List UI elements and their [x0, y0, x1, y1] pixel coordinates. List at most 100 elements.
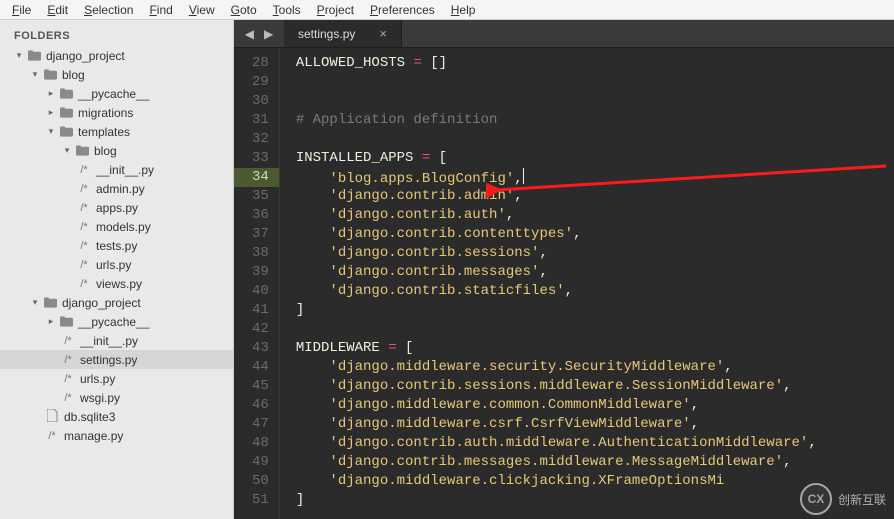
line-number: 29 — [252, 73, 269, 92]
token-str: 'django.contrib.contenttypes' — [329, 226, 573, 242]
token-punc: , — [691, 397, 699, 413]
folder-icon — [26, 50, 42, 61]
tab-settings[interactable]: settings.py × — [284, 20, 402, 47]
line-gutter: 2829303132333435363738394041424344454647… — [234, 48, 280, 519]
menu-selection[interactable]: Selection — [76, 1, 141, 19]
chevron-down-icon[interactable]: ▾ — [46, 126, 56, 137]
tree-file[interactable]: /*views.py — [0, 274, 233, 293]
token-plain — [296, 378, 330, 394]
token-plain — [296, 245, 330, 261]
chevron-right-icon[interactable]: ▸ — [46, 107, 56, 118]
token-punc: , — [506, 207, 514, 223]
tree-file[interactable]: /*models.py — [0, 217, 233, 236]
tree-folder[interactable]: ▸migrations — [0, 103, 233, 122]
code-line[interactable]: ] — [296, 301, 817, 320]
code-line[interactable]: 'django.contrib.admin', — [296, 187, 817, 206]
tree-file[interactable]: /*__init__.py — [0, 160, 233, 179]
chevron-right-icon[interactable]: ▸ — [46, 88, 56, 99]
code-line[interactable]: ALLOWED_HOSTS = [] — [296, 54, 817, 73]
token-plain — [296, 188, 330, 204]
tree-file[interactable]: /*manage.py — [0, 426, 233, 445]
code-editor[interactable]: 2829303132333435363738394041424344454647… — [234, 48, 894, 519]
folder-icon — [58, 126, 74, 137]
menu-tools[interactable]: Tools — [265, 1, 309, 19]
code-line[interactable]: 'django.contrib.contenttypes', — [296, 225, 817, 244]
code-content[interactable]: ALLOWED_HOSTS = [] # Application definiti… — [280, 48, 817, 519]
tree-item-label: __init__.py — [80, 334, 138, 348]
menu-edit[interactable]: Edit — [39, 1, 76, 19]
tree-file[interactable]: /*urls.py — [0, 255, 233, 274]
code-line[interactable]: # Application definition — [296, 111, 817, 130]
menu-project[interactable]: Project — [309, 1, 362, 19]
token-plain — [296, 207, 330, 223]
menu-help[interactable]: Help — [443, 1, 484, 19]
tree-file[interactable]: /*apps.py — [0, 198, 233, 217]
token-punc: ] — [296, 302, 304, 318]
chevron-down-icon[interactable]: ▾ — [14, 50, 24, 61]
code-line[interactable]: 'django.contrib.sessions', — [296, 244, 817, 263]
file-ext-icon: /* — [58, 392, 78, 404]
menu-find[interactable]: Find — [141, 1, 180, 19]
chevron-down-icon[interactable]: ▾ — [30, 297, 40, 308]
tab-nav-arrows[interactable]: ◀ ▶ — [234, 20, 284, 47]
tree-folder[interactable]: ▾blog — [0, 141, 233, 160]
file-ext-icon: /* — [74, 221, 94, 233]
code-line[interactable] — [296, 130, 817, 149]
file-ext-icon: /* — [74, 183, 94, 195]
tab-next-icon[interactable]: ▶ — [264, 27, 273, 41]
tree-item-label: urls.py — [80, 372, 115, 386]
code-line[interactable]: 'django.middleware.common.CommonMiddlewa… — [296, 396, 817, 415]
tree-file[interactable]: db.sqlite3 — [0, 407, 233, 426]
chevron-right-icon[interactable]: ▸ — [46, 316, 56, 327]
tree-file[interactable]: /*__init__.py — [0, 331, 233, 350]
token-plain — [296, 397, 330, 413]
chevron-down-icon[interactable]: ▾ — [30, 69, 40, 80]
token-plain — [296, 226, 330, 242]
code-line[interactable]: 'blog.apps.BlogConfig', — [296, 168, 817, 187]
code-line[interactable]: 'django.middleware.csrf.CsrfViewMiddlewa… — [296, 415, 817, 434]
close-icon[interactable]: × — [379, 26, 387, 41]
code-line[interactable]: 'django.contrib.auth.middleware.Authenti… — [296, 434, 817, 453]
token-str: 'django.contrib.admin' — [329, 188, 514, 204]
code-line[interactable]: 'django.middleware.security.SecurityMidd… — [296, 358, 817, 377]
menu-preferences[interactable]: Preferences — [362, 1, 443, 19]
token-punc: [ — [405, 340, 413, 356]
file-ext-icon: /* — [74, 278, 94, 290]
tree-folder[interactable]: ▸__pycache__ — [0, 84, 233, 103]
code-line[interactable]: 'django.contrib.messages', — [296, 263, 817, 282]
line-number: 46 — [252, 396, 269, 415]
tab-prev-icon[interactable]: ◀ — [245, 27, 254, 41]
code-line[interactable]: INSTALLED_APPS = [ — [296, 149, 817, 168]
tree-item-label: admin.py — [96, 182, 145, 196]
tree-item-label: settings.py — [80, 353, 137, 367]
code-line[interactable]: 'django.contrib.staticfiles', — [296, 282, 817, 301]
code-line[interactable] — [296, 92, 817, 111]
tree-file[interactable]: /*wsgi.py — [0, 388, 233, 407]
tree-file[interactable]: /*settings.py — [0, 350, 233, 369]
token-punc: [] — [430, 55, 447, 71]
line-number: 32 — [252, 130, 269, 149]
tree-file[interactable]: /*tests.py — [0, 236, 233, 255]
tree-file[interactable]: /*urls.py — [0, 369, 233, 388]
code-line[interactable]: MIDDLEWARE = [ — [296, 339, 817, 358]
tree-folder[interactable]: ▾blog — [0, 65, 233, 84]
code-line[interactable] — [296, 73, 817, 92]
token-punc: , — [691, 416, 699, 432]
token-plain — [397, 340, 405, 356]
tree-folder[interactable]: ▾django_project — [0, 46, 233, 65]
menu-view[interactable]: View — [181, 1, 223, 19]
code-line[interactable]: ] — [296, 491, 817, 510]
code-line[interactable] — [296, 320, 817, 339]
code-line[interactable]: 'django.contrib.auth', — [296, 206, 817, 225]
tree-folder[interactable]: ▸__pycache__ — [0, 312, 233, 331]
tree-folder[interactable]: ▾templates — [0, 122, 233, 141]
tree-folder[interactable]: ▾django_project — [0, 293, 233, 312]
menu-file[interactable]: File — [4, 1, 39, 19]
code-line[interactable]: 'django.contrib.sessions.middleware.Sess… — [296, 377, 817, 396]
file-ext-icon: /* — [58, 335, 78, 347]
tree-file[interactable]: /*admin.py — [0, 179, 233, 198]
code-line[interactable]: 'django.middleware.clickjacking.XFrameOp… — [296, 472, 817, 491]
chevron-down-icon[interactable]: ▾ — [62, 145, 72, 156]
code-line[interactable]: 'django.contrib.messages.middleware.Mess… — [296, 453, 817, 472]
menu-goto[interactable]: Goto — [223, 1, 265, 19]
